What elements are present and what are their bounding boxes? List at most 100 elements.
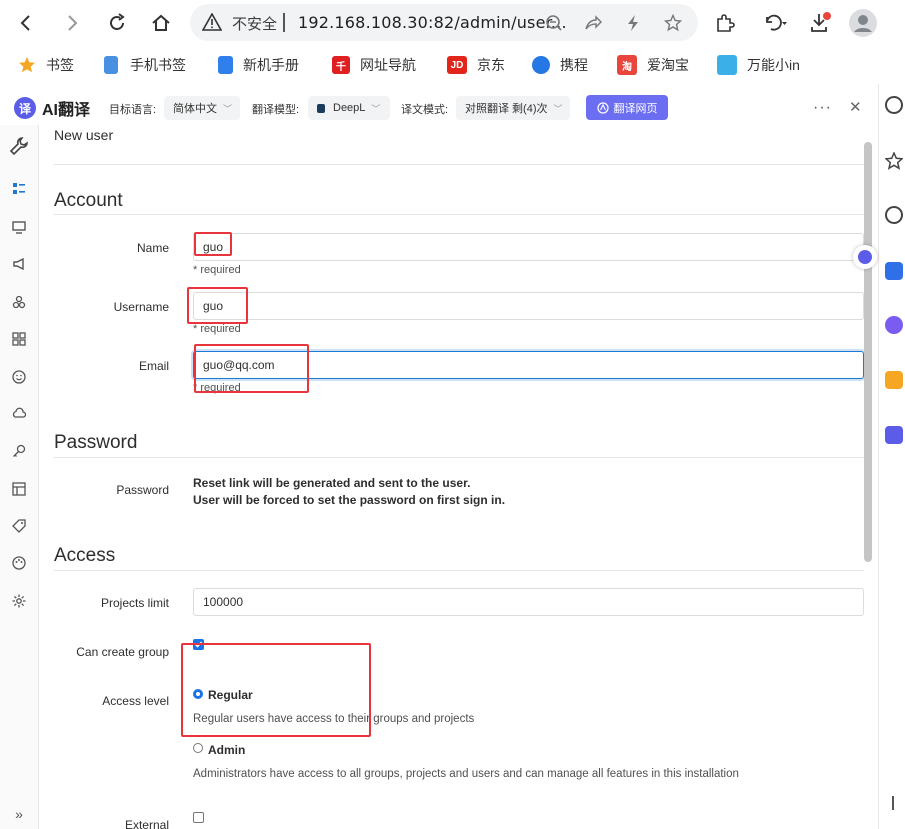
home-button[interactable] xyxy=(145,7,177,39)
access-level-label: Access level xyxy=(102,694,169,708)
forward-arrow-icon xyxy=(68,15,78,31)
target-language-label: 目标语言: xyxy=(109,104,157,116)
page-scrollbar[interactable] xyxy=(864,142,872,562)
bookmark-item[interactable]: 新机手册 xyxy=(218,54,299,76)
bookmark-item[interactable]: JD 京东 xyxy=(447,54,505,76)
bookmark-label: 网址导航 xyxy=(360,57,416,73)
home-icon xyxy=(152,14,170,31)
more-icon[interactable]: ··· xyxy=(813,99,832,117)
target-language-select[interactable]: 简体中文 ﹀ xyxy=(164,96,240,120)
bookmarks-bar: 书签 手机书签 新机手册 千 网址导航 JD 京东 携程 淘 爱淘宝 万能小in xyxy=(0,46,905,84)
manual-icon xyxy=(218,56,233,74)
star-icon[interactable] xyxy=(884,151,904,170)
users-icon[interactable] xyxy=(11,294,27,310)
bookmark-item[interactable]: 手机书签 xyxy=(104,54,186,76)
palette-icon[interactable] xyxy=(11,555,27,571)
back-button[interactable] xyxy=(10,7,42,39)
divider xyxy=(54,164,864,165)
warning-icon xyxy=(201,12,223,36)
wrench-icon[interactable] xyxy=(9,136,29,156)
cloud-icon[interactable] xyxy=(11,406,27,422)
mode-label: 译文模式: xyxy=(401,104,449,116)
annotation-box xyxy=(181,643,371,737)
model-value: DeepL xyxy=(333,102,366,114)
name-label: Name xyxy=(136,241,169,255)
translate-bubble-icon xyxy=(858,250,872,264)
chevron-down-icon: ﹀ xyxy=(223,103,233,114)
annotation-box xyxy=(187,287,248,324)
bookmark-label: 手机书签 xyxy=(130,57,186,73)
bookmark-label: 京东 xyxy=(477,57,505,73)
password-note-line2: User will be forced to set the password … xyxy=(193,493,506,507)
divider xyxy=(54,570,864,571)
bookmark-item[interactable]: 千 网址导航 xyxy=(332,54,416,76)
annotation-box xyxy=(194,232,232,256)
divider xyxy=(54,457,864,458)
bookmark-item[interactable]: 携程 xyxy=(532,54,588,76)
url-text[interactable]: 192.168.108.30:82/admin/user... xyxy=(298,13,567,32)
gift-icon[interactable] xyxy=(885,371,903,389)
bookmark-label: 书签 xyxy=(46,57,74,73)
section-password-heading: Password xyxy=(54,432,138,453)
translate-page-button[interactable]: 翻译网页 xyxy=(586,95,668,120)
panel-divider xyxy=(892,796,894,810)
share-icon[interactable] xyxy=(582,12,604,34)
access-level-admin-radio[interactable] xyxy=(193,743,203,753)
puzzle-icon xyxy=(717,14,735,32)
browser-toolbar: 不安全 192.168.108.30:82/admin/user... xyxy=(0,0,905,46)
section-access-heading: Access xyxy=(54,545,116,566)
bookmark-item[interactable]: 淘 爱淘宝 xyxy=(617,54,689,76)
address-bar[interactable]: 不安全 192.168.108.30:82/admin/user... xyxy=(190,4,698,41)
settings-icon[interactable] xyxy=(11,593,27,609)
chevron-down-icon: ﹀ xyxy=(371,103,381,114)
megaphone-icon[interactable] xyxy=(11,256,27,272)
mode-select[interactable]: 对照翻译 剩(4)次 ﹀ xyxy=(456,96,570,120)
bookmark-star-icon[interactable] xyxy=(662,12,684,34)
assistant-icon[interactable] xyxy=(885,316,903,334)
close-icon[interactable]: ✕ xyxy=(849,98,862,116)
bookmark-item[interactable]: 万能小in xyxy=(717,54,800,76)
overview-icon[interactable] xyxy=(11,181,27,197)
monitor-icon[interactable] xyxy=(11,219,27,235)
key-icon[interactable] xyxy=(11,443,27,459)
reload-icon xyxy=(110,13,125,30)
bookmark-item[interactable]: 书签 xyxy=(18,54,74,76)
main-content: New user Account Name guo * required Use… xyxy=(39,125,878,829)
lightning-icon[interactable] xyxy=(622,12,644,34)
model-select[interactable]: DeepL ﹀ xyxy=(308,96,390,120)
downloads-button[interactable] xyxy=(805,8,835,38)
ai-icon[interactable] xyxy=(885,262,903,280)
history-icon[interactable] xyxy=(885,206,903,224)
username-label: Username xyxy=(113,300,169,314)
address-divider xyxy=(283,13,285,32)
projects-limit-label: Projects limit xyxy=(100,596,169,610)
star-icon xyxy=(18,56,36,74)
extensions-button[interactable] xyxy=(710,8,740,38)
apps-icon[interactable] xyxy=(11,331,27,347)
translate-side-icon[interactable] xyxy=(885,426,903,444)
search-icon[interactable] xyxy=(885,96,903,114)
navigation-icon: 千 xyxy=(332,56,350,74)
admin-sidebar: » xyxy=(0,125,39,829)
name-field[interactable]: guo xyxy=(193,233,864,261)
zoom-icon[interactable] xyxy=(543,12,565,34)
access-level-admin-label[interactable]: Admin xyxy=(208,743,245,757)
layout-icon[interactable] xyxy=(11,481,27,497)
projects-limit-field[interactable]: 100000 xyxy=(193,588,864,616)
profile-button[interactable] xyxy=(848,8,878,38)
email-label: Email xyxy=(138,359,169,373)
model-label: 翻译模型: xyxy=(252,104,300,116)
undo-menu-button[interactable] xyxy=(757,8,793,38)
external-checkbox[interactable] xyxy=(193,812,204,823)
username-field[interactable]: guo xyxy=(193,292,864,320)
expand-sidebar-icon[interactable]: » xyxy=(11,806,27,822)
floating-translate-button[interactable] xyxy=(853,245,877,269)
browser-side-panel xyxy=(878,84,905,829)
forward-button[interactable] xyxy=(56,7,88,39)
avatar-icon xyxy=(849,9,877,37)
label-icon[interactable] xyxy=(11,518,27,534)
smiley-icon[interactable] xyxy=(11,369,27,385)
reload-button[interactable] xyxy=(101,7,133,39)
security-label[interactable]: 不安全 xyxy=(232,13,277,34)
divider xyxy=(54,214,864,215)
